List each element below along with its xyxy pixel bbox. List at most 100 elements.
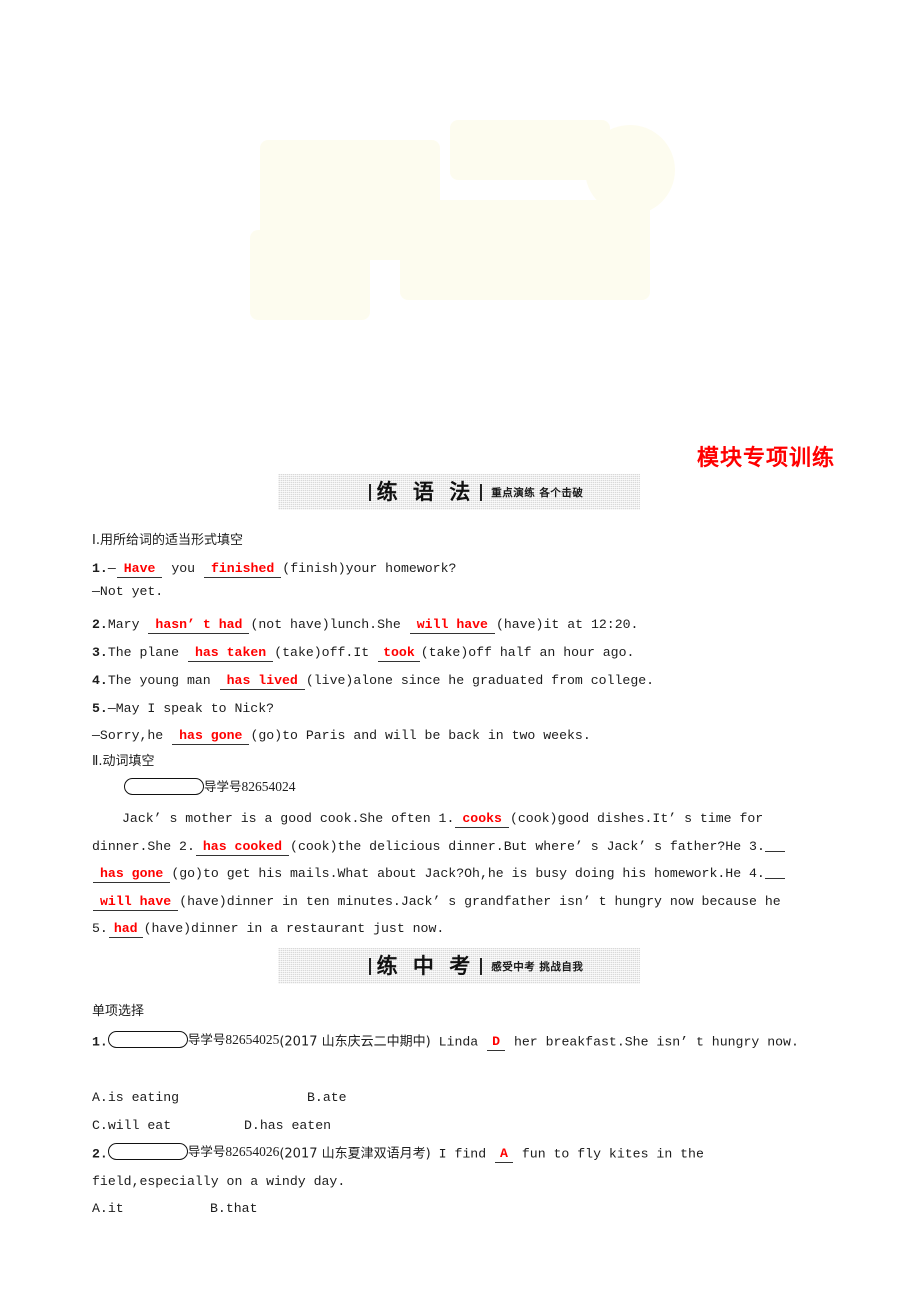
badge-number: 82654025 (225, 1032, 280, 1047)
study-guide-badge: 导学号 82654024 (124, 773, 296, 801)
q-text: — (107, 561, 116, 576)
study-guide-badge: 导学号 82654025 (107, 1026, 280, 1054)
answer-blank[interactable]: D (487, 1034, 506, 1052)
banner-title-exam: 练 中 考 (376, 953, 475, 978)
answer-blank[interactable]: A (495, 1146, 513, 1164)
capsule-icon (107, 1143, 188, 1161)
banner-subtitle-exam: 感受中考 挑战自我 (491, 960, 584, 973)
answer-blank[interactable]: has cooked (195, 838, 290, 856)
answer-blank[interactable]: will have (93, 893, 179, 911)
option-key: B. (307, 1090, 323, 1105)
blank-rule (764, 878, 785, 879)
answer-blank[interactable]: took (378, 645, 420, 662)
section-banner-grammar: 练 语 法 重点演练 各个击破 (278, 474, 640, 510)
study-guide-badge: 导学号 82654026 (107, 1138, 280, 1166)
option-text: will eat (107, 1118, 172, 1133)
mc-question-2-options-row-1: A.it B.that (92, 1195, 832, 1223)
answer-blank[interactable]: finished (203, 561, 282, 578)
q-text: (not have)lunch.She (250, 617, 409, 632)
capsule-icon (107, 1031, 188, 1049)
mc-question-1: 1. 导学号 82654025 (2017 山东庆云二中期中) Linda D her… (92, 1026, 832, 1056)
option-c[interactable]: C.will eat (92, 1112, 244, 1140)
question-number: 4. (92, 673, 108, 688)
option-text: ate (322, 1090, 347, 1105)
blank-rule (764, 850, 785, 852)
banner-subtitle-grammar: 重点演练 各个击破 (491, 486, 584, 499)
passage-text: (go)to get his mails.What about Jack?Oh,… (171, 866, 765, 881)
answer-blank[interactable]: cooks (455, 811, 509, 828)
section3-heading: 单项选择 (92, 1004, 145, 1019)
passage-text: Jack’ s mother is a good cook.She often … (122, 811, 455, 826)
mc-question-1-options-row-2: C.will eat D.has eaten (92, 1112, 832, 1140)
answer-blank[interactable]: has lived (219, 673, 305, 690)
badge-label: 导学号 (187, 1032, 226, 1047)
answer-blank[interactable]: will have (409, 617, 495, 634)
q-text: (finish)your homework? (282, 561, 457, 576)
option-b[interactable]: B.ate (307, 1090, 347, 1105)
option-a[interactable]: A.is eating (92, 1084, 307, 1112)
banner-divider-left (368, 957, 371, 975)
option-text: it (107, 1201, 124, 1216)
question-4: 4.The young man has lived (live)alone sin… (92, 667, 832, 695)
passage-text: (have)dinner in a restaurant just now. (143, 921, 445, 936)
q-text: The young man (107, 673, 219, 688)
answer-blank[interactable]: has gone (172, 728, 250, 745)
question-number: 1. (92, 1034, 108, 1050)
option-text: is eating (107, 1090, 180, 1105)
q-text: (have)it at 12:20. (495, 617, 639, 632)
option-text: has eaten (259, 1118, 332, 1133)
question-number: 5. (92, 701, 108, 716)
banner-divider-left (368, 483, 371, 501)
badge-label: 导学号 (204, 779, 242, 794)
q-text: —May I speak to Nick? (107, 701, 275, 716)
option-b[interactable]: B.that (210, 1201, 257, 1216)
option-d[interactable]: D.has eaten (244, 1118, 331, 1133)
answer-blank[interactable]: has taken (187, 645, 274, 662)
answer-blank[interactable]: Have (116, 561, 163, 578)
q-text: her breakfast.She isn’ t hungry now. (506, 1034, 799, 1050)
answer-blank[interactable]: had (108, 921, 143, 938)
q-text: (live)alone since he graduated from coll… (305, 673, 655, 688)
question-source: (2017 山东庆云二中期中) (279, 1034, 431, 1050)
question-5-line-2: —Sorry,he has gone (go)to Paris and will … (92, 722, 832, 750)
q-text: I find (430, 1146, 495, 1162)
question-number: 2. (92, 617, 108, 632)
capsule-icon (124, 778, 204, 796)
option-text: that (225, 1201, 258, 1216)
question-1-line-2: —Not yet. (92, 584, 164, 599)
q-text: The plane (107, 645, 187, 660)
question-2: 2.Mary hasn’ t had (not have)lunch.She wi… (92, 611, 832, 639)
badge-number: 82654024 (241, 779, 296, 794)
passage-text: (cook)the delicious dinner.But where’ s … (290, 838, 765, 854)
option-key: A. (92, 1090, 108, 1105)
q-text: Linda (430, 1034, 487, 1050)
section2-passage: Jack’ s mother is a good cook.She often … (92, 805, 832, 943)
mc-question-2: 2. 导学号 82654026 (2017 山东夏津双语月考) I find A fu… (92, 1138, 832, 1195)
question-source: (2017 山东夏津双语月考) (279, 1146, 431, 1162)
q-text: Mary (107, 617, 148, 632)
option-key: D. (244, 1118, 260, 1133)
q-text: —Sorry,he (92, 728, 172, 743)
banner-title-grammar: 练 语 法 (376, 479, 475, 504)
q-text: you (163, 561, 203, 576)
option-a[interactable]: A.it (92, 1195, 210, 1223)
badge-label: 导学号 (187, 1144, 226, 1159)
section-banner-exam: 练 中 考 感受中考 挑战自我 (278, 948, 640, 984)
option-key: C. (92, 1118, 108, 1133)
section1-heading: Ⅰ.用所给词的适当形式填空 (92, 533, 243, 548)
question-5-line-1: 5.—May I speak to Nick? (92, 695, 832, 723)
question-number: 3. (92, 645, 108, 660)
answer-blank[interactable]: hasn’ t had (148, 617, 250, 634)
q-text: (take)off.It (274, 645, 378, 660)
q-text: (take)off half an hour ago. (420, 645, 635, 660)
badge-number: 82654026 (225, 1144, 280, 1159)
page-title: 模块专项训练 (696, 446, 835, 471)
section2-badge: 导学号 82654024 (124, 773, 864, 803)
answer-blank[interactable]: has gone (93, 866, 171, 883)
question-number: 2. (92, 1146, 108, 1162)
option-key: A. (92, 1201, 108, 1216)
mc-question-1-options-row-1: A.is eating B.ate (92, 1084, 832, 1112)
banner-divider-right (480, 957, 483, 975)
question-number: 1. (92, 561, 108, 576)
page-watermark (250, 120, 675, 320)
